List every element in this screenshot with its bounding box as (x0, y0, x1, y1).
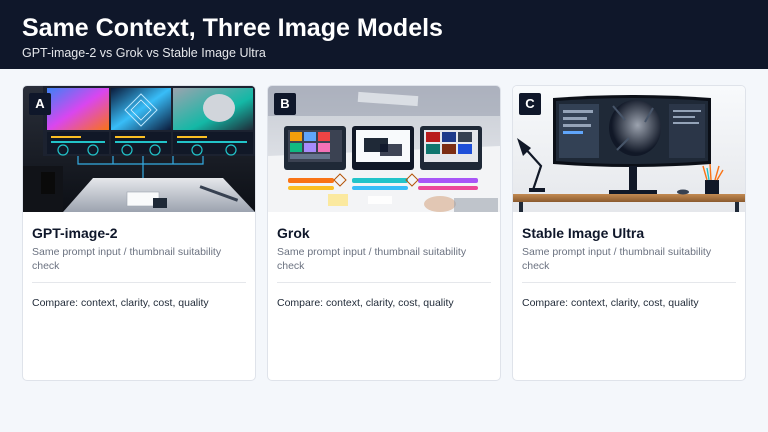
page-title: Same Context, Three Image Models (22, 14, 443, 42)
card-compare-text: Compare: context, clarity, cost, quality (32, 297, 209, 309)
card-title: Stable Image Ultra (522, 225, 645, 241)
card-divider (522, 282, 736, 283)
thumbnail-art-stable (513, 86, 745, 212)
model-card-gpt-image-2[interactable]: A GPT-image-2 Same prompt input / thumbn… (22, 85, 256, 381)
model-card-grid: A GPT-image-2 Same prompt input / thumbn… (22, 85, 746, 381)
thumbnail-art-gpt (23, 86, 255, 212)
card-badge: A (29, 93, 51, 115)
model-card-stable-image-ultra[interactable]: C Stable Image Ultra Same prompt input /… (512, 85, 746, 381)
card-divider (32, 282, 246, 283)
card-description: Same prompt input / thumbnail suitabilit… (277, 246, 467, 272)
card-title: GPT-image-2 (32, 225, 118, 241)
thumbnail-image-stable: C (513, 86, 745, 212)
card-badge: C (519, 93, 541, 115)
thumbnail-image-grok: B (268, 86, 500, 212)
model-card-grok[interactable]: B Grok Same prompt input / thumbnail sui… (267, 85, 501, 381)
card-divider (277, 282, 491, 283)
card-compare-text: Compare: context, clarity, cost, quality (522, 297, 699, 309)
page-header: Same Context, Three Image Models GPT-ima… (0, 0, 768, 69)
thumbnail-image-gpt: A (23, 86, 255, 212)
page-subtitle: GPT-image-2 vs Grok vs Stable Image Ultr… (22, 46, 266, 60)
card-compare-text: Compare: context, clarity, cost, quality (277, 297, 454, 309)
card-description: Same prompt input / thumbnail suitabilit… (32, 246, 222, 272)
card-badge: B (274, 93, 296, 115)
card-description: Same prompt input / thumbnail suitabilit… (522, 246, 712, 272)
thumbnail-art-grok (268, 86, 500, 212)
card-title: Grok (277, 225, 310, 241)
